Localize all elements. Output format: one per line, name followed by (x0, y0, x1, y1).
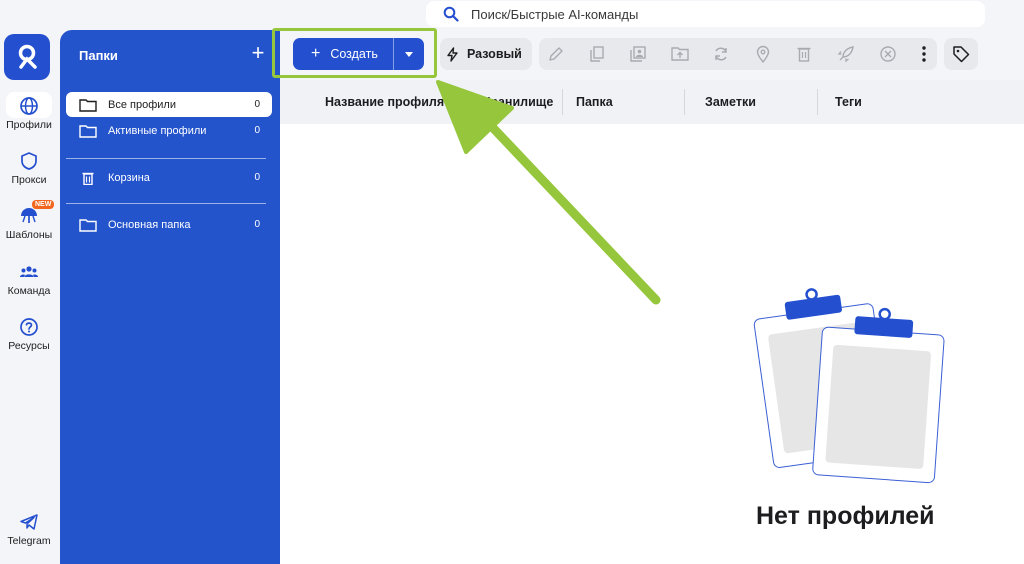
rail-item-team[interactable]: Команда (0, 262, 58, 297)
rail-item-label: Прокси (11, 174, 47, 186)
location-icon[interactable] (754, 45, 772, 63)
rail-item-proxy[interactable]: Прокси (0, 151, 58, 186)
app-logo[interactable] (4, 34, 50, 80)
folder-count: 0 (254, 219, 260, 230)
telegram-icon (20, 514, 38, 530)
folders-panel: Папки + Все профили 0 Активные профили 0… (60, 30, 280, 564)
search-placeholder: Поиск/Быстрые AI-команды (471, 6, 639, 22)
rail-item-templates[interactable]: NEW Шаблоны (0, 200, 58, 241)
rail-item-label: Ресурсы (8, 340, 50, 352)
folders-title: Папки (79, 48, 118, 63)
folder-item-all[interactable]: Все профили 0 (66, 92, 272, 117)
one-time-label: Разовый (467, 47, 522, 61)
column-header-name[interactable]: Название профиля (325, 95, 444, 109)
rail-item-label: Профили (6, 119, 52, 131)
rocket-icon[interactable] (837, 45, 855, 63)
empty-clipboards-illustration (753, 288, 945, 484)
folder-icon (79, 98, 97, 112)
folder-item-active[interactable]: Активные профили 0 (66, 118, 272, 143)
folder-label: Все профили (108, 98, 176, 111)
rail-item-profiles[interactable]: Профили (0, 92, 58, 131)
divider (66, 203, 266, 204)
folder-label: Основная папка (108, 218, 191, 231)
globe-icon (20, 97, 38, 115)
rail-item-label: Telegram (7, 535, 51, 547)
team-icon (20, 266, 38, 277)
table-header: Название профиля Хранилище Папка Заметки… (280, 80, 1024, 124)
column-header-tags[interactable]: Теги (835, 95, 862, 109)
column-header-notes[interactable]: Заметки (705, 95, 756, 109)
copy-icon[interactable] (588, 45, 606, 63)
divider (66, 158, 266, 159)
folder-count: 0 (254, 125, 260, 136)
add-folder-button[interactable]: + (247, 42, 269, 64)
shield-icon (21, 152, 37, 170)
highlight-frame (272, 28, 437, 78)
profiles-table: Название профиля Хранилище Папка Заметки… (280, 80, 1024, 564)
trash-icon[interactable] (795, 45, 813, 63)
clone-icon[interactable] (629, 45, 647, 63)
search-icon (443, 6, 459, 22)
empty-state-title: Нет профилей (756, 502, 935, 530)
tag-icon (953, 46, 970, 63)
one-time-button[interactable]: Разовый (440, 38, 532, 70)
folder-label: Корзина (108, 171, 150, 184)
folder-icon (79, 218, 97, 232)
rail-item-resources[interactable]: Ресурсы (0, 317, 58, 352)
folder-item-main[interactable]: Основная папка 0 (66, 212, 272, 237)
edit-icon[interactable] (547, 45, 565, 63)
rail-item-label: Команда (7, 285, 51, 297)
column-header-folder[interactable]: Папка (576, 95, 613, 109)
lightning-icon (447, 46, 458, 62)
question-icon (20, 318, 38, 336)
umbrella-icon (21, 208, 37, 223)
stop-icon[interactable] (879, 45, 897, 63)
column-header-storage[interactable]: Хранилище (482, 95, 553, 109)
folder-label: Активные профили (108, 124, 207, 137)
search-bar[interactable]: Поиск/Быстрые AI-команды (426, 1, 985, 27)
logo-icon (18, 44, 37, 69)
folder-item-trash[interactable]: Корзина 0 (66, 165, 272, 190)
more-icon[interactable] (915, 45, 933, 63)
folder-icon (79, 124, 97, 138)
rail-item-label: Шаблоны (5, 229, 53, 241)
folder-count: 0 (254, 172, 260, 183)
tags-button[interactable] (944, 38, 978, 70)
app-rail: Профили Прокси NEW Шаблоны Команда Ресур… (0, 0, 58, 564)
profile-actions-toolbar (539, 38, 937, 70)
trash-icon (82, 172, 94, 185)
rail-item-telegram[interactable]: Telegram (0, 512, 58, 547)
folder-count: 0 (254, 99, 260, 110)
refresh-icon[interactable] (712, 45, 730, 63)
move-folder-icon[interactable] (671, 45, 689, 63)
